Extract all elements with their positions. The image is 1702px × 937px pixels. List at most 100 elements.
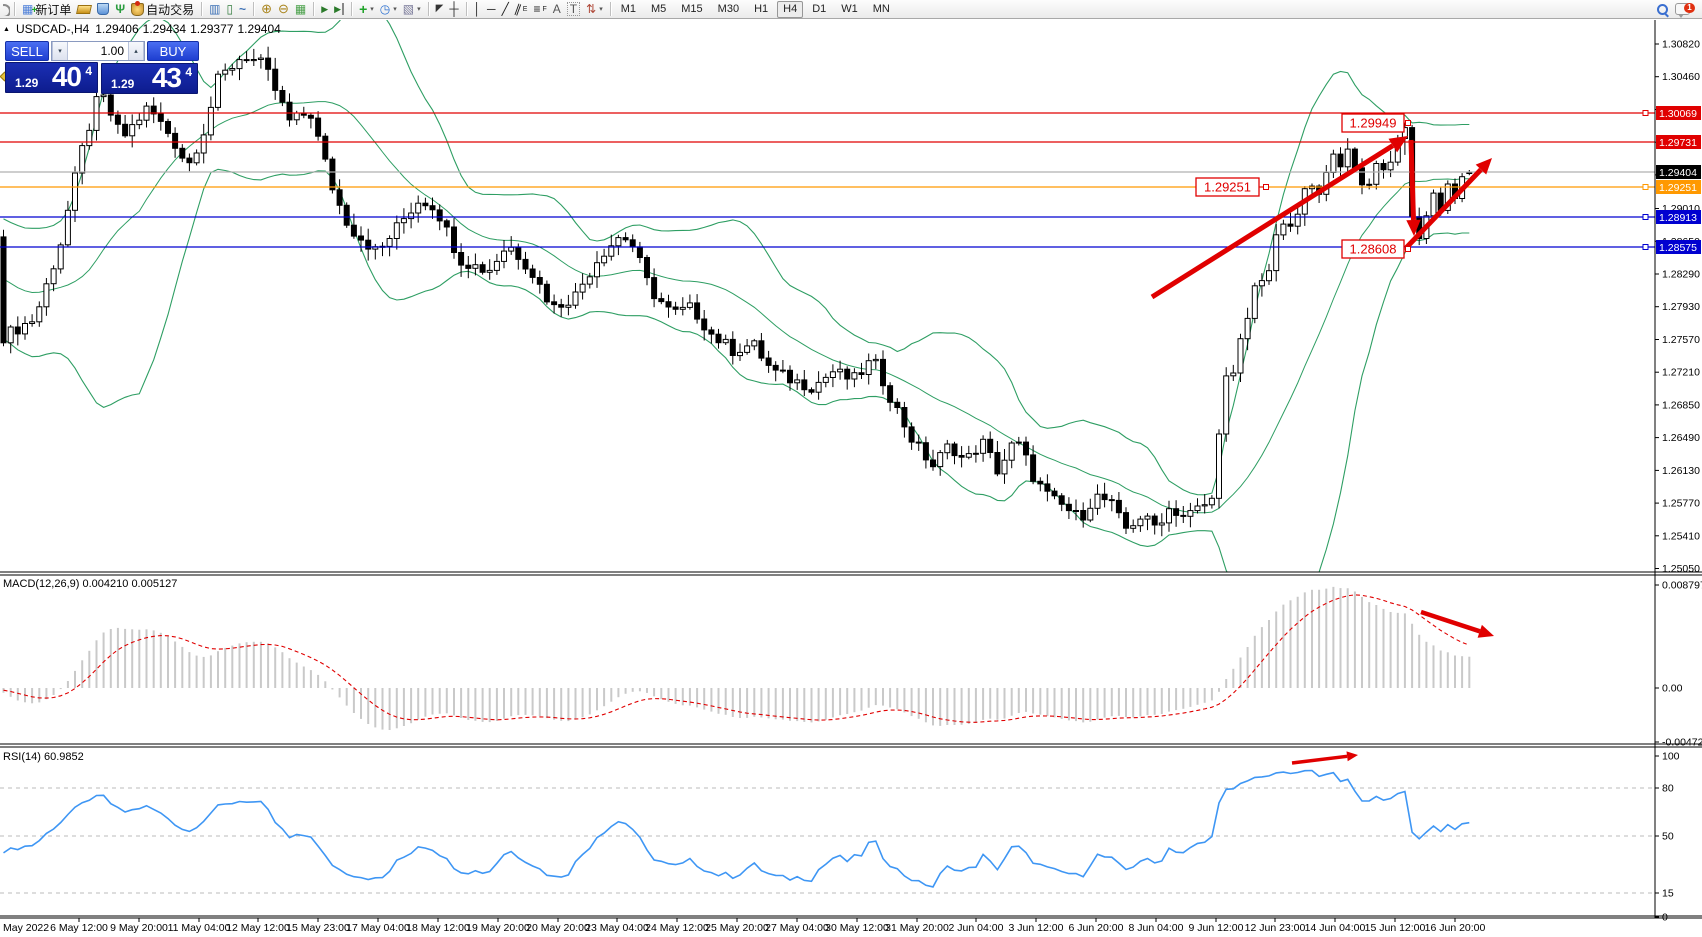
- time-axis[interactable]: May 20226 May 12:009 May 20:0011 May 04:…: [3, 918, 1486, 934]
- svg-text:1.29251: 1.29251: [1659, 182, 1697, 194]
- timeframe-button-w1[interactable]: W1: [835, 1, 864, 18]
- svg-text:1.26850: 1.26850: [1662, 399, 1700, 411]
- rsi-pane[interactable]: [0, 751, 1655, 893]
- svg-text:1.30460: 1.30460: [1662, 71, 1700, 83]
- cursor-button[interactable]: ◤: [433, 1, 447, 18]
- time-axis-label: 14 Jun 04:00: [1305, 922, 1366, 934]
- trend-arrow[interactable]: [1406, 140, 1420, 236]
- time-axis-label: 12 May 12:00: [226, 922, 290, 934]
- vertical-line-button[interactable]: │: [471, 1, 485, 18]
- buy-price-panel[interactable]: 1.29 43 4: [101, 63, 198, 94]
- price-level-marker[interactable]: [1643, 215, 1648, 220]
- zoom-out-icon: ⊖: [278, 3, 289, 15]
- svg-text:1.25050: 1.25050: [1662, 563, 1700, 575]
- rsi-label: RSI(14) 60.9852: [3, 751, 84, 763]
- collapse-triangle-icon[interactable]: ▲: [3, 26, 10, 33]
- sell-price-big: 40: [52, 61, 81, 93]
- chart-shift-icon: ▶: [334, 3, 344, 15]
- channel-button[interactable]: ∥E: [512, 1, 531, 18]
- price-level-marker[interactable]: [1643, 185, 1648, 190]
- time-axis-label: 6 May 12:00: [50, 922, 108, 934]
- price-level-marker[interactable]: [1643, 245, 1648, 250]
- text-button[interactable]: A: [550, 1, 564, 18]
- bar-chart-button[interactable]: ▥: [206, 1, 223, 18]
- timeframe-button-h4[interactable]: H4: [777, 1, 803, 18]
- trend-arrow[interactable]: [1292, 751, 1358, 763]
- svg-text:-0.004725: -0.004725: [1662, 737, 1702, 749]
- search-button[interactable]: [1653, 1, 1672, 18]
- notifications-button[interactable]: 1: [1672, 1, 1693, 18]
- zoom-in-icon: ⊕: [261, 3, 272, 15]
- main-price-pane[interactable]: 1.29949 1.29251 1.28608: [0, 2, 1655, 633]
- arrows-tool-button[interactable]: ⇅▾: [583, 1, 606, 18]
- periods-button[interactable]: ◷▾: [377, 1, 400, 18]
- fibonacci-button[interactable]: ≡F: [530, 1, 549, 18]
- svg-text:1.29731: 1.29731: [1659, 137, 1697, 149]
- buy-button[interactable]: BUY: [147, 41, 199, 61]
- macd-name: MACD(12,26,9): [3, 578, 79, 590]
- autotrading-button[interactable]: 自动交易: [128, 1, 197, 18]
- price-level-marker[interactable]: [1643, 111, 1648, 116]
- time-axis-label: 31 May 20:00: [885, 922, 949, 934]
- sell-button[interactable]: SELL: [5, 41, 49, 61]
- timeframe-button-m1[interactable]: M1: [615, 1, 642, 18]
- zoom-out-button[interactable]: ⊖: [275, 1, 292, 18]
- timeframe-button-h1[interactable]: H1: [748, 1, 774, 18]
- svg-text:1.27210: 1.27210: [1662, 367, 1700, 379]
- svg-text:0: 0: [1662, 912, 1668, 924]
- signal-button[interactable]: Ψ: [112, 1, 128, 18]
- price-annotation-box[interactable]: 1.28608: [1342, 240, 1411, 258]
- cup-button[interactable]: [94, 1, 112, 18]
- svg-text:1.25770: 1.25770: [1662, 498, 1700, 510]
- timeframe-button-m15[interactable]: M15: [675, 1, 708, 18]
- macd-value: 0.004210: [82, 578, 128, 590]
- text-label-icon: T: [567, 2, 580, 16]
- timeframe-button-m30[interactable]: M30: [712, 1, 745, 18]
- symbol-ohlc-line: ▲ USDCAD-,H4 1.29406 1.29434 1.29377 1.2…: [3, 22, 281, 36]
- timeframe-button-m5[interactable]: M5: [645, 1, 672, 18]
- volume-input[interactable]: 1.00: [68, 42, 128, 60]
- chart-shift-button[interactable]: ▶: [331, 1, 347, 18]
- volume-spinner: ▾ 1.00 ▴: [51, 41, 145, 61]
- price-annotation-box[interactable]: 1.29251: [1196, 178, 1269, 196]
- time-axis-label: 2 Jun 04:00: [949, 922, 1004, 934]
- gold-bar-button[interactable]: [74, 1, 94, 18]
- channel-sub-label: E: [523, 6, 528, 13]
- autotrading-label: 自动交易: [146, 1, 194, 18]
- auto-scroll-icon: ▶: [321, 3, 328, 15]
- svg-text:1.29404: 1.29404: [1659, 167, 1697, 179]
- auto-scroll-button[interactable]: ▶: [318, 1, 331, 18]
- macd-pane[interactable]: [4, 587, 1495, 730]
- price-annotation-box[interactable]: 1.29949: [1342, 114, 1411, 132]
- dropdown-icon: ▾: [393, 5, 397, 13]
- price-axis[interactable]: 1.308201.304601.301001.297401.293801.290…: [1655, 39, 1702, 924]
- zoom-in-button[interactable]: ⊕: [258, 1, 275, 18]
- sell-price-panel[interactable]: 1.29 40 4: [5, 62, 98, 93]
- volume-increase-button[interactable]: ▴: [128, 42, 144, 60]
- line-chart-icon: ~: [239, 3, 246, 15]
- candlestick-chart-button[interactable]: ▯: [223, 1, 236, 18]
- search-icon: [1656, 3, 1669, 16]
- toolbar: ▦+ 新订单 Ψ 自动交易 ▥ ▯ ~ ⊕ ⊖ ▦ ▶ ▶ +▾ ◷▾ ▧▾ ◤…: [0, 0, 1702, 19]
- timeframe-group: M1M5M15M30H1H4D1W1MN: [615, 1, 896, 18]
- crosshair-button[interactable]: ┼: [446, 1, 461, 18]
- new-order-button[interactable]: ▦+ 新订单: [19, 1, 74, 18]
- timeframe-button-d1[interactable]: D1: [806, 1, 832, 18]
- trend-arrow[interactable]: [1421, 612, 1494, 638]
- volume-decrease-button[interactable]: ▾: [52, 42, 68, 60]
- horizontal-line-button[interactable]: ─: [484, 1, 499, 18]
- one-click-trading-panel: SELL ▾ 1.00 ▴ BUY 1.29 40 4 1.29 43 4: [5, 41, 199, 93]
- chart-canvas[interactable]: 1.299491.292511.28608 1.308201.304601.30…: [0, 0, 1702, 937]
- line-chart-button[interactable]: ~: [236, 1, 249, 18]
- templates-button[interactable]: ▧▾: [400, 1, 424, 18]
- indicators-button[interactable]: +▾: [356, 1, 377, 18]
- timeframe-button-mn[interactable]: MN: [867, 1, 896, 18]
- time-axis-label: 15 Jun 12:00: [1365, 922, 1426, 934]
- trendline-button[interactable]: ╱: [499, 1, 512, 18]
- time-axis-label: 17 May 04:00: [346, 922, 410, 934]
- time-axis-label: 23 May 04:00: [585, 922, 649, 934]
- text-label-button[interactable]: T: [564, 1, 583, 18]
- svg-text:1.26490: 1.26490: [1662, 432, 1700, 444]
- toolbar-separator: [428, 2, 429, 16]
- tile-windows-button[interactable]: ▦: [292, 1, 309, 18]
